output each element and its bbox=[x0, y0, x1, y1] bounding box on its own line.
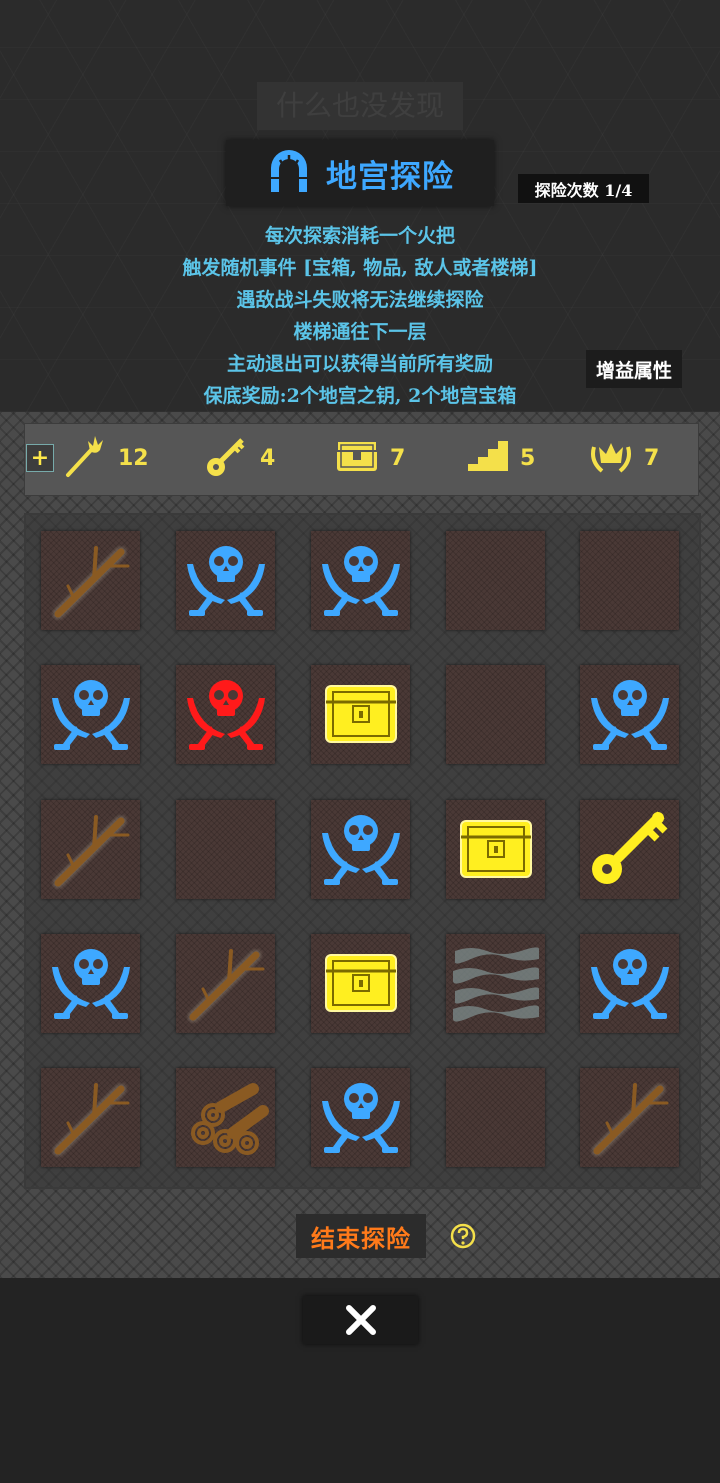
grid-tile-empty[interactable] bbox=[446, 665, 545, 764]
resource-stairs: 5 bbox=[460, 436, 535, 480]
buff-attributes-button[interactable]: 增益属性 bbox=[586, 350, 682, 388]
skull-blue-icon bbox=[316, 534, 406, 628]
resource-chest: 7 bbox=[334, 436, 405, 480]
grid-tile-skull-blue[interactable] bbox=[311, 1068, 410, 1167]
resource-key: 4 bbox=[204, 436, 275, 480]
help-icon[interactable] bbox=[450, 1223, 476, 1249]
end-exploration-button[interactable]: 结束探险 bbox=[296, 1214, 426, 1258]
key-icon bbox=[204, 433, 250, 483]
grid-tile-branch[interactable] bbox=[580, 1068, 679, 1167]
grid-tile-branch[interactable] bbox=[41, 531, 140, 630]
grid-tile-empty[interactable] bbox=[446, 1068, 545, 1167]
chest-icon bbox=[451, 803, 541, 897]
dungeon-gate-icon bbox=[266, 148, 312, 198]
chest-icon bbox=[334, 433, 380, 483]
grid-tile-skull-blue[interactable] bbox=[580, 934, 679, 1033]
skull-blue-icon bbox=[585, 668, 675, 762]
skull-blue-icon bbox=[316, 803, 406, 897]
key-count: 4 bbox=[260, 445, 276, 471]
branch-icon bbox=[46, 803, 136, 897]
grid-tile-skull-blue[interactable] bbox=[311, 531, 410, 630]
grid-tile-empty[interactable] bbox=[176, 800, 275, 899]
crown-laurel-icon bbox=[588, 433, 634, 483]
water-icon bbox=[451, 937, 541, 1031]
faded-message-banner: 什么也没发现 bbox=[257, 82, 463, 130]
title-panel: 地宫探险 bbox=[226, 140, 494, 206]
close-button[interactable] bbox=[303, 1296, 418, 1344]
grid-tile-chest[interactable] bbox=[446, 800, 545, 899]
grid-tile-skull-blue[interactable] bbox=[176, 531, 275, 630]
stairs-count: 5 bbox=[520, 445, 536, 471]
skull-blue-icon bbox=[46, 668, 136, 762]
skull-blue-icon bbox=[316, 1071, 406, 1165]
branch-icon bbox=[181, 937, 271, 1031]
skull-blue-icon bbox=[181, 534, 271, 628]
grid-tile-chest[interactable] bbox=[311, 665, 410, 764]
grid-tile-key[interactable] bbox=[580, 800, 679, 899]
torch-count: 12 bbox=[118, 445, 149, 471]
grid-tile-skull-blue[interactable] bbox=[41, 934, 140, 1033]
skull-blue-icon bbox=[585, 937, 675, 1031]
close-icon bbox=[345, 1305, 376, 1335]
grid-tile-empty[interactable] bbox=[580, 531, 679, 630]
grid-tile-logs[interactable] bbox=[176, 1068, 275, 1167]
explore-count-badge: 探险次数 1/4 bbox=[518, 174, 649, 203]
rule-line: 触发随机事件 [宝箱, 物品, 敌人或者楼梯] bbox=[182, 257, 538, 279]
chest-icon bbox=[316, 937, 406, 1031]
skull-red-icon bbox=[181, 668, 271, 762]
logs-icon bbox=[181, 1071, 271, 1165]
grid-tile-branch[interactable] bbox=[41, 1068, 140, 1167]
chest-count: 7 bbox=[390, 445, 406, 471]
grid-tile-skull-red[interactable] bbox=[176, 665, 275, 764]
torch-icon bbox=[62, 433, 108, 483]
resource-crown: 7 bbox=[588, 436, 659, 480]
skull-blue-icon bbox=[46, 937, 136, 1031]
add-torch-button[interactable]: + bbox=[26, 444, 54, 472]
rule-line: 遇敌战斗失败将无法继续探险 bbox=[236, 289, 484, 311]
chest-icon bbox=[316, 668, 406, 762]
stairs-icon bbox=[460, 433, 510, 483]
grid-tile-skull-blue[interactable] bbox=[41, 665, 140, 764]
grid-tile-branch[interactable] bbox=[176, 934, 275, 1033]
grid-tile-branch[interactable] bbox=[41, 800, 140, 899]
rule-line: 每次探索消耗一个火把 bbox=[264, 225, 455, 247]
grid-tile-chest[interactable] bbox=[311, 934, 410, 1033]
grid-tile-skull-blue[interactable] bbox=[580, 665, 679, 764]
branch-icon bbox=[46, 534, 136, 628]
key-icon bbox=[585, 803, 675, 897]
grid-tile-skull-blue[interactable] bbox=[311, 800, 410, 899]
crown-count: 7 bbox=[644, 445, 660, 471]
grid-tile-empty[interactable] bbox=[446, 531, 545, 630]
page-title: 地宫探险 bbox=[326, 158, 454, 195]
rule-line: 楼梯通往下一层 bbox=[293, 321, 427, 343]
branch-icon bbox=[585, 1071, 675, 1165]
resource-torch: 12 bbox=[62, 436, 149, 480]
grid-tile-water[interactable] bbox=[446, 934, 545, 1033]
branch-icon bbox=[46, 1071, 136, 1165]
